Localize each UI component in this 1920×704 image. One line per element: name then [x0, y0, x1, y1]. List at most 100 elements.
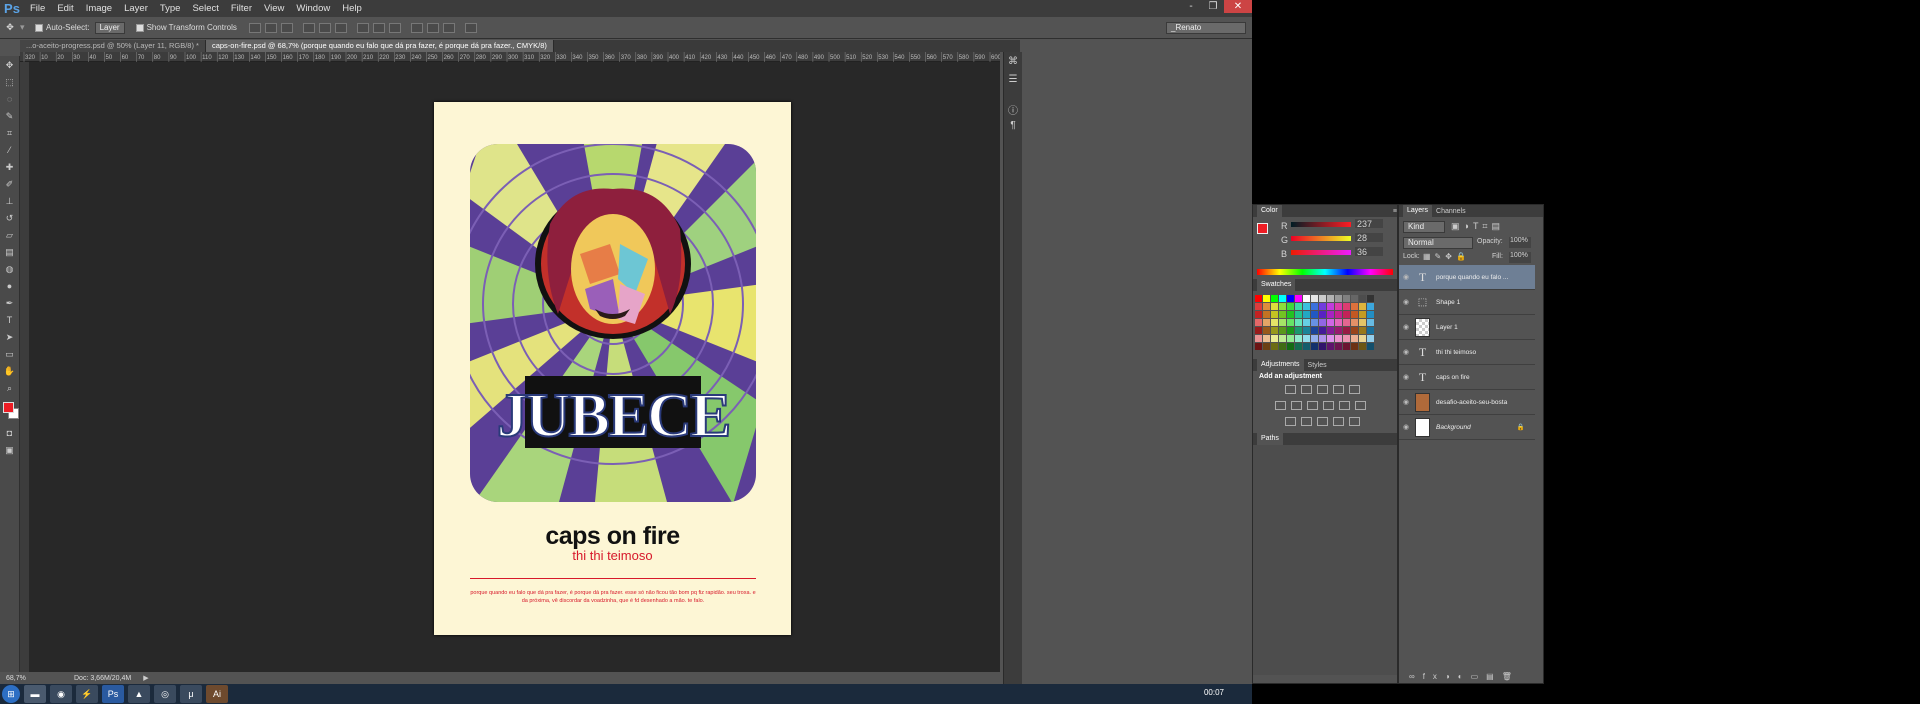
color-swatch[interactable] — [1295, 319, 1302, 326]
screen-mode-icon[interactable]: ▣ — [2, 443, 18, 458]
blend-mode-dropdown[interactable]: Normal — [1403, 237, 1473, 249]
b-slider[interactable] — [1291, 250, 1351, 255]
type-tool-icon[interactable]: T — [2, 313, 18, 328]
color-swatch[interactable] — [1327, 303, 1334, 310]
eye-icon[interactable]: ◉ — [1399, 348, 1413, 356]
color-swatch[interactable] — [1319, 327, 1326, 334]
history-brush-icon[interactable]: ↺ — [2, 211, 18, 226]
adjustment-icon[interactable] — [1291, 401, 1302, 410]
color-swatch[interactable] — [1311, 335, 1318, 342]
eye-icon[interactable]: ◉ — [1399, 298, 1413, 306]
color-swatch[interactable] — [1367, 319, 1374, 326]
color-swatch[interactable] — [1279, 335, 1286, 342]
color-swatch[interactable] — [1263, 343, 1270, 350]
pen-tool-icon[interactable]: ✒ — [2, 296, 18, 311]
minimize-button[interactable]: - — [1180, 0, 1202, 13]
system-clock[interactable]: 00:07 — [1204, 688, 1224, 697]
restore-button[interactable]: ❐ — [1202, 0, 1224, 13]
dodge-tool-icon[interactable]: ● — [2, 279, 18, 294]
color-swatch[interactable] — [1295, 311, 1302, 318]
move-tool-icon[interactable]: ✥ — [0, 22, 20, 33]
menu-select[interactable]: Select — [186, 3, 224, 14]
color-swatch[interactable] — [1311, 303, 1318, 310]
menu-help[interactable]: Help — [336, 3, 368, 14]
utorrent-taskbar-icon[interactable]: μ — [180, 685, 202, 703]
adjustment-icon[interactable] — [1333, 385, 1344, 394]
blur-tool-icon[interactable]: ◍ — [2, 262, 18, 277]
tab-adjustments[interactable]: Adjustments — [1257, 359, 1304, 371]
color-swatch[interactable] — [1343, 335, 1350, 342]
color-swatch[interactable] — [1263, 311, 1270, 318]
color-swatch[interactable] — [1303, 311, 1310, 318]
g-value[interactable]: 28 — [1355, 233, 1383, 243]
color-swatch[interactable] — [1335, 319, 1342, 326]
distribute-bottom-icon[interactable] — [388, 22, 401, 33]
color-swatch[interactable] — [1295, 343, 1302, 350]
filter-kind-dropdown[interactable]: Kind — [1403, 221, 1445, 233]
tab-styles[interactable]: Styles — [1304, 362, 1331, 369]
color-swatch[interactable] — [1287, 303, 1294, 310]
color-swatch[interactable] — [1351, 303, 1358, 310]
gradient-tool-icon[interactable]: ▤ — [2, 245, 18, 260]
menu-view[interactable]: View — [258, 3, 290, 14]
color-swatch[interactable] — [1271, 335, 1278, 342]
color-swatch[interactable] — [1359, 295, 1366, 302]
g-slider[interactable] — [1291, 236, 1351, 241]
layer-row-caps-on-fire[interactable]: ◉ T caps on fire — [1399, 365, 1535, 390]
color-swatch[interactable] — [1343, 343, 1350, 350]
color-swatch[interactable] — [1311, 319, 1318, 326]
menu-edit[interactable]: Edit — [51, 3, 79, 14]
color-swatch[interactable] — [1263, 335, 1270, 342]
color-swatch[interactable] — [1263, 303, 1270, 310]
color-swatch[interactable] — [1279, 327, 1286, 334]
tab-paths[interactable]: Paths — [1257, 433, 1283, 445]
align-right-icon[interactable] — [334, 22, 347, 33]
color-swatch[interactable] — [1335, 303, 1342, 310]
swatches-grid[interactable] — [1253, 291, 1397, 355]
color-swatch[interactable] — [1351, 343, 1358, 350]
menu-layer[interactable]: Layer — [118, 3, 154, 14]
color-swatch[interactable] — [1271, 319, 1278, 326]
color-swatch[interactable] — [1367, 327, 1374, 334]
color-swatch[interactable] — [1271, 343, 1278, 350]
color-swatch[interactable] — [1311, 327, 1318, 334]
color-swatch[interactable] — [1279, 343, 1286, 350]
color-swatch[interactable] — [1367, 295, 1374, 302]
color-swatch[interactable] — [1335, 311, 1342, 318]
lock-icons[interactable]: ▦✎✥🔒 — [1423, 252, 1470, 261]
close-button[interactable]: ✕ — [1224, 0, 1252, 13]
color-swatch[interactable] — [1263, 319, 1270, 326]
color-swatch[interactable] — [1351, 335, 1358, 342]
color-swatch[interactable] — [1327, 335, 1334, 342]
align-top-icon[interactable] — [248, 22, 261, 33]
layer-row-desafio[interactable]: ◉ desafio-aceito-seu-bosta — [1399, 390, 1535, 415]
vlc-taskbar-icon[interactable]: ▲ — [128, 685, 150, 703]
color-swatch[interactable] — [1255, 319, 1262, 326]
distribute-right-icon[interactable] — [442, 22, 455, 33]
clone-stamp-icon[interactable]: ⊥ — [2, 194, 18, 209]
workspace-dropdown[interactable]: _Renato — [1166, 22, 1246, 34]
color-swatch[interactable] — [1303, 327, 1310, 334]
tab-channels[interactable]: Channels — [1432, 208, 1470, 215]
color-swatch[interactable] — [1303, 343, 1310, 350]
color-swatch[interactable] — [1279, 303, 1286, 310]
adjustment-icon[interactable] — [1317, 385, 1328, 394]
color-swatch[interactable] — [1279, 311, 1286, 318]
eyedropper-tool-icon[interactable]: ⁄ — [2, 143, 18, 158]
color-swatch[interactable] — [1271, 295, 1278, 302]
color-swatch[interactable] — [1327, 319, 1334, 326]
color-swatch[interactable] — [1319, 319, 1326, 326]
layer-filter-icons[interactable]: ▣◑T⌗▤ — [1451, 221, 1504, 232]
color-swatch[interactable] — [1319, 295, 1326, 302]
b-value[interactable]: 36 — [1355, 247, 1383, 257]
color-swatch[interactable] — [1263, 295, 1270, 302]
panel-menu-icon[interactable]: ≡ — [1393, 208, 1397, 215]
adjustment-icon[interactable] — [1317, 417, 1328, 426]
explorer-taskbar-icon[interactable]: ▬ — [24, 685, 46, 703]
adjustment-icon[interactable] — [1301, 417, 1312, 426]
color-swatch[interactable] — [1319, 343, 1326, 350]
color-swatch[interactable] — [1303, 303, 1310, 310]
color-swatch[interactable] — [1343, 319, 1350, 326]
photoshop-taskbar-icon[interactable]: Ps — [102, 685, 124, 703]
layer-row-background[interactable]: ◉ Background 🔒 — [1399, 415, 1535, 440]
